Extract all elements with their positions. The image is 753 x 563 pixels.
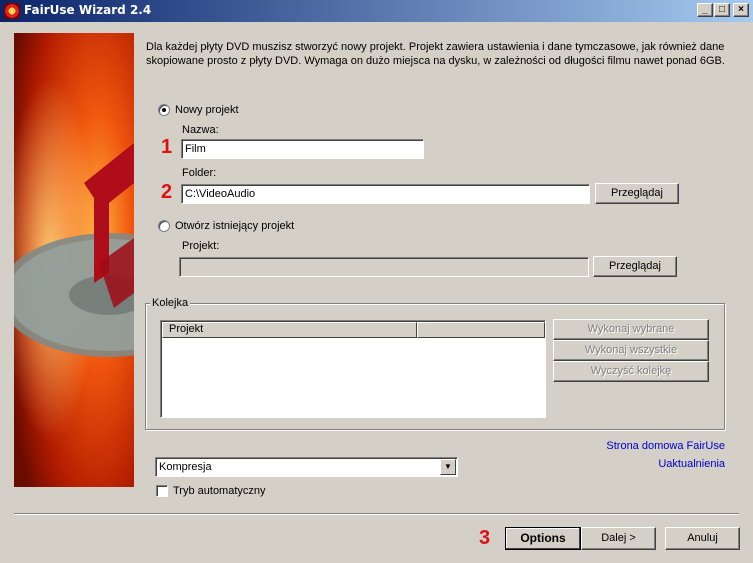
project-path-input[interactable] bbox=[179, 257, 589, 277]
browse-project-button[interactable]: Przeglądaj bbox=[593, 256, 677, 277]
marker-3: 3 bbox=[479, 527, 491, 549]
options-button[interactable]: Options bbox=[505, 527, 581, 550]
queue-title: Kolejka bbox=[150, 297, 191, 309]
marker-2: 2 bbox=[161, 181, 173, 203]
next-button[interactable]: Dalej > bbox=[581, 527, 656, 550]
name-label: Nazwa: bbox=[182, 124, 219, 136]
auto-mode-label: Tryb automatyczny bbox=[173, 485, 266, 497]
marker-1: 1 bbox=[161, 136, 173, 158]
mode-select[interactable]: Kompresja ▼ bbox=[155, 457, 458, 477]
sun-dvd-illustration bbox=[14, 33, 134, 487]
run-selected-button[interactable]: Wykonaj wybrane bbox=[553, 319, 709, 340]
close-button[interactable]: × bbox=[733, 3, 749, 17]
folder-label: Folder: bbox=[182, 167, 217, 179]
cancel-button[interactable]: Anuluj bbox=[665, 527, 740, 550]
clear-queue-button[interactable]: Wyczyść kolejkę bbox=[553, 361, 709, 382]
queue-list[interactable]: Projekt bbox=[160, 320, 546, 418]
browse-folder-button[interactable]: Przeglądaj bbox=[595, 183, 679, 204]
homepage-link[interactable]: Strona domowa FairUse bbox=[606, 440, 725, 452]
open-project-radio[interactable] bbox=[158, 220, 170, 232]
new-project-label: Nowy projekt bbox=[175, 104, 239, 116]
window-title: FairUse Wizard 2.4 bbox=[24, 3, 152, 17]
wizard-side-image bbox=[14, 33, 134, 487]
project-label: Projekt: bbox=[182, 240, 220, 252]
new-project-radio[interactable] bbox=[158, 104, 170, 116]
mode-select-value: Kompresja bbox=[159, 461, 212, 473]
update-link[interactable]: Uaktualnienia bbox=[658, 458, 725, 470]
run-all-button[interactable]: Wykonaj wszystkie bbox=[553, 340, 709, 361]
column-header-project[interactable]: Projekt bbox=[162, 322, 417, 338]
folder-input[interactable] bbox=[181, 184, 590, 204]
wizard-window: FairUse Wizard 2.4 _ □ × Dla każdej płyt… bbox=[0, 0, 753, 563]
maximize-button[interactable]: □ bbox=[714, 3, 730, 17]
intro-text: Dla każdej płyty DVD muszisz stworzyć no… bbox=[146, 41, 725, 67]
column-header-empty[interactable] bbox=[417, 322, 545, 338]
chevron-down-icon[interactable]: ▼ bbox=[440, 459, 456, 475]
fairuse-app-icon bbox=[4, 3, 20, 19]
project-name-input[interactable] bbox=[181, 139, 424, 159]
auto-mode-checkbox[interactable] bbox=[156, 485, 168, 497]
title-bar[interactable]: FairUse Wizard 2.4 _ □ × bbox=[0, 0, 753, 22]
open-project-label: Otwórz istniejący projekt bbox=[175, 220, 295, 232]
minimize-button[interactable]: _ bbox=[697, 3, 713, 17]
footer-separator bbox=[14, 513, 739, 515]
